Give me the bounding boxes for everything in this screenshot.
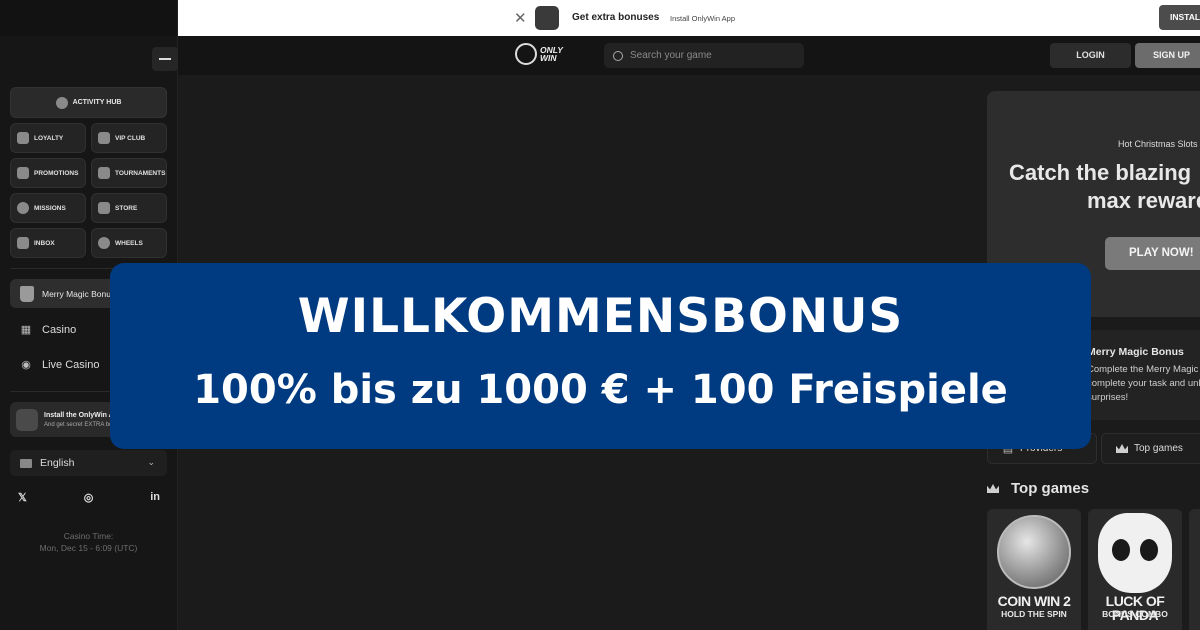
- trophy-icon: [98, 167, 110, 179]
- casino-label: Casino: [42, 324, 77, 336]
- casino-time: Casino Time: Mon, Dec 15 - 6:09 (UTC): [10, 530, 167, 554]
- loyalty-icon: [17, 132, 29, 144]
- logo-text: ONLY WIN: [540, 46, 563, 63]
- rocket-icon: [17, 202, 29, 214]
- activity-hub-icon: [55, 96, 68, 109]
- activity-hub-label: ACTIVITY HUB: [72, 99, 122, 106]
- language-select[interactable]: English ⌄: [10, 450, 167, 476]
- crown-icon: [987, 484, 999, 493]
- promo-headline: Catch the blazing: [1009, 160, 1192, 185]
- logo-mark-icon: [515, 43, 537, 65]
- instagram-icon[interactable]: ◎: [84, 491, 94, 504]
- wheels-button[interactable]: WHEELS: [91, 228, 167, 258]
- game-tile[interactable]: LUCK OF PANDA BONUS COMBO: [1088, 509, 1182, 630]
- chevron-down-icon: ⌄: [147, 457, 155, 467]
- inbox-button[interactable]: INBOX: [10, 228, 86, 258]
- promo-headline-2: max rewards: [1087, 188, 1200, 213]
- app-logo-icon: [535, 6, 559, 30]
- missions-button[interactable]: MISSIONS: [10, 193, 86, 223]
- game-tile-name: COIN WIN 2: [997, 593, 1071, 609]
- gift-bag-icon: [20, 285, 34, 302]
- mission-description: Complete the Merry Magic Bonus mission c…: [1087, 363, 1200, 405]
- store-button[interactable]: STORE: [91, 193, 167, 223]
- promotions-button[interactable]: PROMOTIONS: [10, 158, 86, 188]
- tab-top-games-label: Top games: [1134, 443, 1183, 454]
- activity-hub-button[interactable]: ACTIVITY HUB: [10, 87, 167, 118]
- close-icon[interactable]: ✕: [514, 9, 527, 27]
- promotions-label: PROMOTIONS: [34, 169, 79, 177]
- language-label: English: [40, 457, 75, 469]
- store-label: STORE: [115, 204, 138, 212]
- game-tile[interactable]: COIN WIN 2 HOLD THE SPIN: [987, 509, 1081, 630]
- live-casino-label: Live Casino: [42, 359, 100, 371]
- wheel-icon: [98, 237, 110, 249]
- game-tile-subtitle: HOLD THE SPIN: [1001, 609, 1067, 619]
- game-tile-partial[interactable]: [1189, 509, 1200, 630]
- store-icon: [98, 202, 110, 214]
- vip-club-button[interactable]: VIP CLUB: [91, 123, 167, 153]
- search-icon: [613, 50, 623, 61]
- inbox-icon: [17, 237, 29, 249]
- sidebar-feature-grid: LOYALTY VIP CLUB PROMOTIONS TOURNAMENTS …: [10, 123, 167, 258]
- app-install-bar: ✕ Get extra bonuses Install OnlyWin App …: [178, 0, 1200, 36]
- banner-subtitle: 100% bis zu 1000 € + 100 Freispiele: [193, 367, 1008, 413]
- search-input[interactable]: [630, 50, 790, 61]
- missions-label: MISSIONS: [34, 204, 66, 212]
- login-button[interactable]: LOGIN: [1050, 43, 1131, 68]
- welcome-bonus-banner: WILLKOMMENSBONUS 100% bis zu 1000 € + 10…: [110, 263, 1091, 449]
- page-root: ACTIVITY HUB LOYALTY VIP CLUB PROMOTIONS…: [0, 0, 1200, 630]
- app-logo-icon: [16, 408, 38, 431]
- tournaments-button[interactable]: TOURNAMENTS: [91, 158, 167, 188]
- install-bar-title: Get extra bonuses: [572, 12, 660, 23]
- coin-artwork: [997, 515, 1071, 589]
- vip-club-label: VIP CLUB: [115, 134, 146, 142]
- wheels-label: WHEELS: [115, 239, 143, 247]
- top-games-heading: Top games: [987, 480, 1089, 497]
- site-logo[interactable]: ONLY WIN: [515, 43, 563, 65]
- install-bar-subtitle: Install OnlyWin App: [670, 14, 736, 23]
- sidebar-top-strip: [0, 0, 177, 36]
- broadcast-icon: ◉: [21, 359, 31, 371]
- mission-line-1: Complete the Merry Magic Bonus mission: [1087, 364, 1200, 375]
- panda-artwork: [1098, 513, 1172, 593]
- logo-text-line-2: WIN: [540, 53, 557, 63]
- sidebar-collapse-button[interactable]: [152, 47, 178, 71]
- search-box: [604, 43, 804, 68]
- casino-time-label: Casino Time:: [63, 531, 114, 541]
- grid-icon: ▦: [20, 324, 32, 336]
- banner-title: WILLKOMMENSBONUS: [297, 289, 904, 344]
- promo-kicker: Hot Christmas Slots: [1118, 139, 1198, 149]
- mission-line-3: surprises!: [1087, 392, 1129, 403]
- flag-icon: [20, 458, 32, 468]
- tournaments-label: TOURNAMENTS: [115, 169, 166, 177]
- mission-line-2: complete your task and unlock: [1087, 378, 1200, 389]
- tab-top-games[interactable]: Top games: [1101, 433, 1200, 464]
- merry-magic-bonus-label: Merry Magic Bonus: [42, 288, 116, 299]
- install-button[interactable]: INSTALL: [1159, 5, 1200, 30]
- play-now-button[interactable]: PLAY NOW!: [1105, 237, 1200, 270]
- inbox-label: INBOX: [34, 239, 55, 247]
- signup-button[interactable]: SIGN UP: [1135, 43, 1200, 68]
- gift-icon: [17, 167, 29, 179]
- crown-icon: [98, 132, 110, 144]
- loyalty-button[interactable]: LOYALTY: [10, 123, 86, 153]
- mission-title: Merry Magic Bonus: [1087, 346, 1184, 358]
- social-links: 𝕏 ◎ in: [18, 491, 160, 504]
- loyalty-label: LOYALTY: [34, 134, 64, 142]
- linkedin-icon[interactable]: in: [150, 491, 160, 504]
- casino-time-value: Mon, Dec 15 - 6:09 (UTC): [39, 543, 138, 553]
- x-icon[interactable]: 𝕏: [18, 491, 27, 504]
- crown-icon: [1116, 444, 1128, 453]
- top-games-title: Top games: [1011, 480, 1090, 497]
- game-tile-subtitle: BONUS COMBO: [1102, 609, 1168, 619]
- site-header: ONLY WIN LOGIN SIGN UP: [178, 36, 1200, 75]
